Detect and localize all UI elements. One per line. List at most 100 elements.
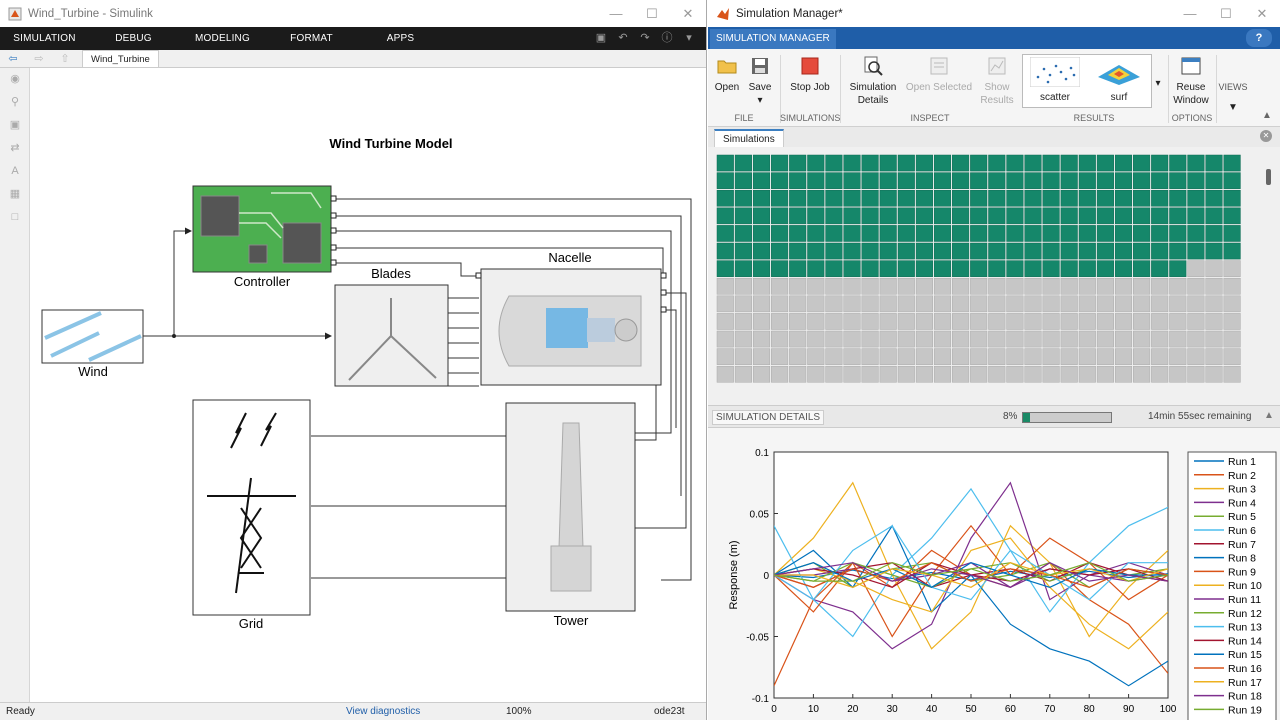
run-cell-completed[interactable] bbox=[952, 225, 970, 242]
run-cell-pending[interactable] bbox=[1060, 313, 1078, 330]
run-cell-pending[interactable] bbox=[1042, 348, 1060, 365]
run-cell-pending[interactable] bbox=[879, 295, 897, 313]
run-cell-pending[interactable] bbox=[1078, 365, 1096, 383]
run-cell-pending[interactable] bbox=[843, 313, 861, 330]
run-cell-pending[interactable] bbox=[1060, 330, 1078, 348]
open-selected-button[interactable]: Open Selected bbox=[904, 55, 974, 94]
run-cell-pending[interactable] bbox=[807, 313, 825, 330]
run-cell-completed[interactable] bbox=[1151, 172, 1169, 189]
legend-entry[interactable]: Run 15 bbox=[1228, 649, 1262, 661]
run-cell-completed[interactable] bbox=[988, 225, 1006, 242]
run-cell-completed[interactable] bbox=[952, 242, 970, 260]
run-cell-pending[interactable] bbox=[970, 348, 988, 365]
run-cell-pending[interactable] bbox=[1205, 313, 1223, 330]
run-cell-pending[interactable] bbox=[952, 277, 970, 295]
run-cell-completed[interactable] bbox=[1024, 189, 1042, 207]
run-cell-pending[interactable] bbox=[897, 348, 915, 365]
hide-show-icon[interactable]: ◉ bbox=[0, 68, 30, 91]
run-cell-pending[interactable] bbox=[716, 277, 734, 295]
run-cell-completed[interactable] bbox=[825, 154, 843, 172]
run-cell-completed[interactable] bbox=[1151, 225, 1169, 242]
run-cell-pending[interactable] bbox=[825, 365, 843, 383]
run-cell-pending[interactable] bbox=[1024, 365, 1042, 383]
run-cell-completed[interactable] bbox=[716, 172, 734, 189]
run-cell-completed[interactable] bbox=[1006, 242, 1024, 260]
run-cell-pending[interactable] bbox=[1169, 348, 1187, 365]
run-cell-pending[interactable] bbox=[897, 313, 915, 330]
maximize-icon[interactable]: ☐ bbox=[634, 0, 670, 27]
run-cell-pending[interactable] bbox=[1060, 277, 1078, 295]
gallery-expand-icon[interactable]: ▾ bbox=[1152, 77, 1164, 90]
expand-details-icon[interactable]: ▲ bbox=[1264, 410, 1274, 421]
run-cell-pending[interactable] bbox=[952, 313, 970, 330]
legend-entry[interactable]: Run 7 bbox=[1228, 539, 1256, 551]
view-diagnostics-link[interactable]: View diagnostics bbox=[346, 706, 420, 717]
legend-entry[interactable]: Run 11 bbox=[1228, 594, 1261, 606]
run-cell-completed[interactable] bbox=[1133, 172, 1151, 189]
run-cell-pending[interactable] bbox=[1169, 365, 1187, 383]
run-cell-completed[interactable] bbox=[952, 172, 970, 189]
run-cell-completed[interactable] bbox=[861, 207, 879, 225]
blades-block[interactable]: Blades bbox=[334, 266, 449, 387]
run-cell-completed[interactable] bbox=[988, 172, 1006, 189]
run-cell-pending[interactable] bbox=[1205, 260, 1223, 277]
run-cell-completed[interactable] bbox=[752, 260, 771, 277]
run-cell-pending[interactable] bbox=[970, 365, 988, 383]
run-cell-pending[interactable] bbox=[1223, 313, 1241, 330]
run-cell-completed[interactable] bbox=[970, 154, 988, 172]
run-cell-pending[interactable] bbox=[771, 313, 789, 330]
run-cell-pending[interactable] bbox=[1006, 330, 1024, 348]
run-cell-completed[interactable] bbox=[897, 242, 915, 260]
grid-scrollbar-thumb[interactable] bbox=[1266, 169, 1271, 185]
run-cell-completed[interactable] bbox=[843, 242, 861, 260]
run-cell-completed[interactable] bbox=[1205, 154, 1223, 172]
run-cell-pending[interactable] bbox=[1078, 330, 1096, 348]
run-cell-pending[interactable] bbox=[789, 295, 807, 313]
run-cell-completed[interactable] bbox=[825, 225, 843, 242]
run-cell-pending[interactable] bbox=[879, 365, 897, 383]
run-cell-completed[interactable] bbox=[897, 207, 915, 225]
run-cell-completed[interactable] bbox=[897, 172, 915, 189]
minimize-icon[interactable]: — bbox=[1172, 0, 1208, 27]
run-cell-completed[interactable] bbox=[1042, 172, 1060, 189]
stop-job-button[interactable]: Stop Job bbox=[788, 55, 832, 94]
simulation-details-button[interactable]: Simulation Details bbox=[846, 55, 900, 107]
close-icon[interactable]: ✕ bbox=[1244, 0, 1280, 27]
run-cell-completed[interactable] bbox=[1187, 154, 1205, 172]
run-cell-completed[interactable] bbox=[915, 189, 933, 207]
run-cell-completed[interactable] bbox=[1006, 225, 1024, 242]
run-cell-completed[interactable] bbox=[897, 154, 915, 172]
run-cell-completed[interactable] bbox=[1042, 207, 1060, 225]
run-cell-pending[interactable] bbox=[1223, 348, 1241, 365]
up-arrow-icon[interactable]: ⇧ bbox=[52, 52, 78, 65]
run-cell-completed[interactable] bbox=[1096, 260, 1114, 277]
run-cell-pending[interactable] bbox=[734, 313, 752, 330]
tab-format[interactable]: FORMAT bbox=[267, 33, 356, 44]
run-cell-pending[interactable] bbox=[1096, 277, 1114, 295]
run-cell-pending[interactable] bbox=[807, 277, 825, 295]
run-cell-completed[interactable] bbox=[933, 242, 952, 260]
run-cell-completed[interactable] bbox=[1223, 225, 1241, 242]
run-cell-completed[interactable] bbox=[879, 260, 897, 277]
run-cell-completed[interactable] bbox=[1114, 154, 1133, 172]
run-cell-pending[interactable] bbox=[752, 365, 771, 383]
run-cell-completed[interactable] bbox=[789, 189, 807, 207]
run-cell-pending[interactable] bbox=[1151, 348, 1169, 365]
run-cell-pending[interactable] bbox=[843, 295, 861, 313]
run-cell-pending[interactable] bbox=[843, 365, 861, 383]
run-cell-pending[interactable] bbox=[1078, 313, 1096, 330]
run-cell-pending[interactable] bbox=[915, 365, 933, 383]
run-cell-completed[interactable] bbox=[1060, 260, 1078, 277]
run-cell-completed[interactable] bbox=[988, 242, 1006, 260]
scatter-button[interactable]: scatter bbox=[1027, 56, 1083, 104]
run-cell-completed[interactable] bbox=[1187, 207, 1205, 225]
run-cell-completed[interactable] bbox=[915, 260, 933, 277]
run-cell-pending[interactable] bbox=[843, 277, 861, 295]
run-cell-pending[interactable] bbox=[716, 330, 734, 348]
help-icon[interactable]: ⓘ bbox=[658, 30, 676, 46]
run-cell-completed[interactable] bbox=[1024, 207, 1042, 225]
legend-entry[interactable]: Run 3 bbox=[1228, 484, 1256, 496]
run-cell-completed[interactable] bbox=[933, 154, 952, 172]
run-cell-pending[interactable] bbox=[952, 295, 970, 313]
run-cell-pending[interactable] bbox=[1187, 365, 1205, 383]
